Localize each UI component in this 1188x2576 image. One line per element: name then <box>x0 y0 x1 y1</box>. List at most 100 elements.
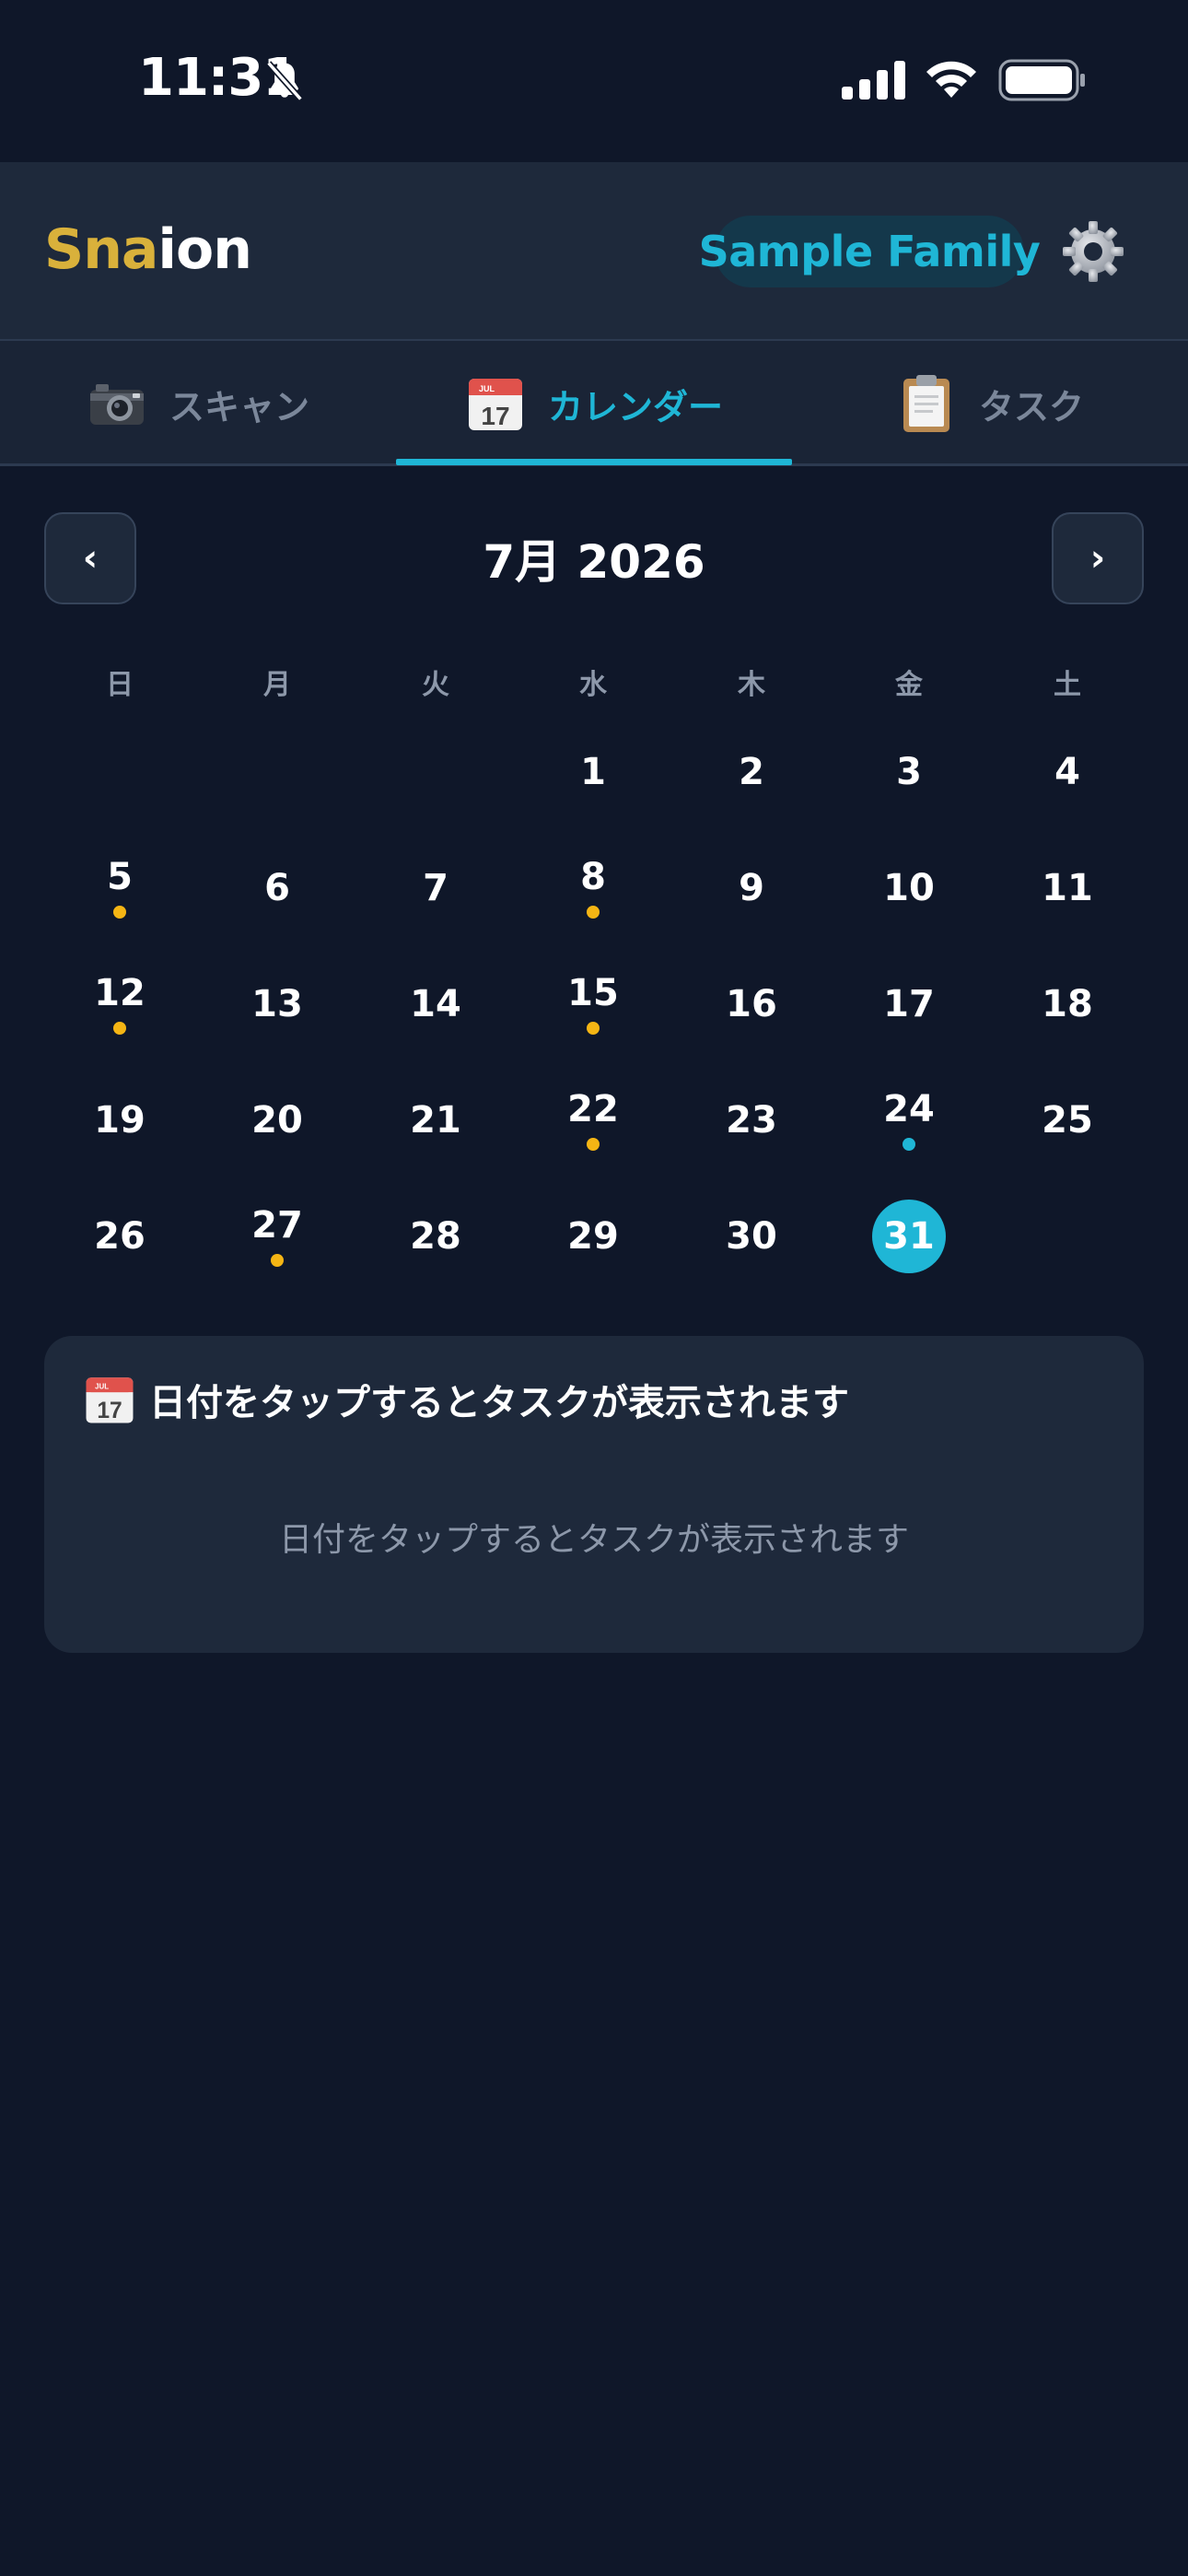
calendar-day[interactable]: 27 <box>222 1202 332 1294</box>
weekday-label: 土 <box>1054 669 1081 701</box>
day-number: 2 <box>739 751 764 793</box>
calendar-day[interactable]: 17 <box>854 981 964 1073</box>
card-title-text: 日付をタップするとタスクが表示されます <box>149 1382 849 1424</box>
task-indicator-dot <box>903 1138 915 1151</box>
day-number: 20 <box>251 1099 303 1142</box>
day-number: 26 <box>94 1215 146 1258</box>
day-number: 17 <box>883 983 935 1025</box>
day-number: 10 <box>883 867 935 909</box>
day-number: 3 <box>896 751 922 793</box>
weekday-label: 火 <box>422 669 449 701</box>
task-indicator-dot <box>587 1022 600 1035</box>
month-title: 7月 2026 <box>483 535 705 589</box>
calendar-day[interactable]: 18 <box>1012 981 1123 1073</box>
day-number: 23 <box>726 1099 777 1142</box>
calendar-day[interactable]: 2 <box>696 749 807 841</box>
calendar-day[interactable]: 4 <box>1012 749 1123 841</box>
task-indicator-dot <box>113 906 126 919</box>
tab-scan[interactable]: スキャン <box>0 341 396 466</box>
tab-scan-label: スキャン <box>169 386 309 427</box>
calendar-day[interactable]: 30 <box>696 1213 807 1306</box>
battery-icon <box>998 59 1085 101</box>
day-number: 8 <box>580 856 606 898</box>
day-number: 15 <box>567 972 619 1014</box>
bell-slash-icon <box>266 61 303 101</box>
calendar-day[interactable]: 29 <box>538 1213 648 1306</box>
day-number: 31 <box>883 1215 935 1258</box>
calendar-day[interactable]: 8 <box>538 854 648 946</box>
calendar-day[interactable]: 15 <box>538 970 648 1062</box>
calendar-day[interactable]: 1 <box>538 749 648 841</box>
day-number: 13 <box>251 983 303 1025</box>
calendar-day[interactable]: 11 <box>1012 865 1123 957</box>
calendar-day[interactable]: 20 <box>222 1097 332 1189</box>
calendar-day[interactable]: 13 <box>222 981 332 1073</box>
day-number: 11 <box>1042 867 1093 909</box>
day-number: 7 <box>423 867 448 909</box>
day-number: 16 <box>726 983 777 1025</box>
day-number: 25 <box>1042 1099 1093 1142</box>
clipboard-icon <box>903 375 949 432</box>
wifi-icon <box>926 61 976 98</box>
day-number: 1 <box>580 751 606 793</box>
svg-text:JUL: JUL <box>95 1383 109 1391</box>
day-number: 12 <box>94 972 146 1014</box>
status-bar: 11:31 <box>0 0 1188 162</box>
day-number: 22 <box>567 1088 619 1130</box>
app-header: Snaion Sample Family <box>0 162 1188 341</box>
card-empty-message: 日付をタップするとタスクが表示されます <box>278 1521 909 1559</box>
task-indicator-dot <box>587 906 600 919</box>
calendar-icon: 17 JUL <box>468 379 522 430</box>
calendar-day[interactable]: 16 <box>696 981 807 1073</box>
tab-tasks-label: タスク <box>978 386 1084 427</box>
calendar-day[interactable]: 21 <box>380 1097 491 1189</box>
active-tab-indicator <box>396 459 792 465</box>
family-selector-button[interactable]: Sample Family <box>699 216 1041 287</box>
weekday-label: 金 <box>895 669 923 701</box>
calendar-day[interactable]: 14 <box>380 981 491 1073</box>
calendar-day[interactable]: 9 <box>696 865 807 957</box>
next-month-button[interactable]: › <box>1052 512 1144 604</box>
prev-month-button[interactable]: ‹ <box>44 512 136 604</box>
svg-text:JUL: JUL <box>479 384 495 393</box>
calendar-day[interactable]: 7 <box>380 865 491 957</box>
calendar-day[interactable]: 10 <box>854 865 964 957</box>
day-number: 28 <box>410 1215 461 1258</box>
calendar-day[interactable]: 26 <box>64 1213 175 1306</box>
svg-text:17: 17 <box>481 402 509 430</box>
calendar-day[interactable]: 19 <box>64 1097 175 1189</box>
tab-calendar[interactable]: 17 JUL カレンダー <box>396 341 792 466</box>
weekday-label: 日 <box>106 669 134 701</box>
calendar-day[interactable]: 6 <box>222 865 332 957</box>
calendar-day[interactable]: 3 <box>854 749 964 841</box>
day-number: 6 <box>264 867 290 909</box>
app-logo: Snaion <box>44 217 252 282</box>
weekday-label: 木 <box>738 669 765 701</box>
weekday-label: 月 <box>263 669 291 701</box>
day-number: 30 <box>726 1215 777 1258</box>
calendar-day[interactable]: 12 <box>64 970 175 1062</box>
day-number: 27 <box>251 1204 303 1247</box>
day-number: 21 <box>410 1099 461 1142</box>
task-indicator-dot <box>587 1138 600 1151</box>
gear-icon[interactable] <box>1061 219 1125 284</box>
tab-tasks[interactable]: タスク <box>792 341 1188 466</box>
calendar-day[interactable]: 22 <box>538 1086 648 1178</box>
svg-text:17: 17 <box>97 1399 122 1423</box>
calendar-day[interactable]: 25 <box>1012 1097 1123 1189</box>
calendar-day[interactable]: 23 <box>696 1097 807 1189</box>
camera-icon <box>89 384 144 425</box>
signal-icon <box>842 61 905 100</box>
day-number: 18 <box>1042 983 1093 1025</box>
day-number: 9 <box>739 867 764 909</box>
tab-calendar-label: カレンダー <box>547 386 723 427</box>
day-number: 4 <box>1054 751 1080 793</box>
day-number: 14 <box>410 983 461 1025</box>
day-number: 5 <box>107 856 133 898</box>
day-number: 19 <box>94 1099 146 1142</box>
calendar-day-today[interactable]: 31 <box>854 1213 964 1306</box>
task-indicator-dot <box>271 1254 284 1267</box>
calendar-day[interactable]: 24 <box>854 1086 964 1178</box>
calendar-day[interactable]: 5 <box>64 854 175 946</box>
calendar-day[interactable]: 28 <box>380 1213 491 1306</box>
